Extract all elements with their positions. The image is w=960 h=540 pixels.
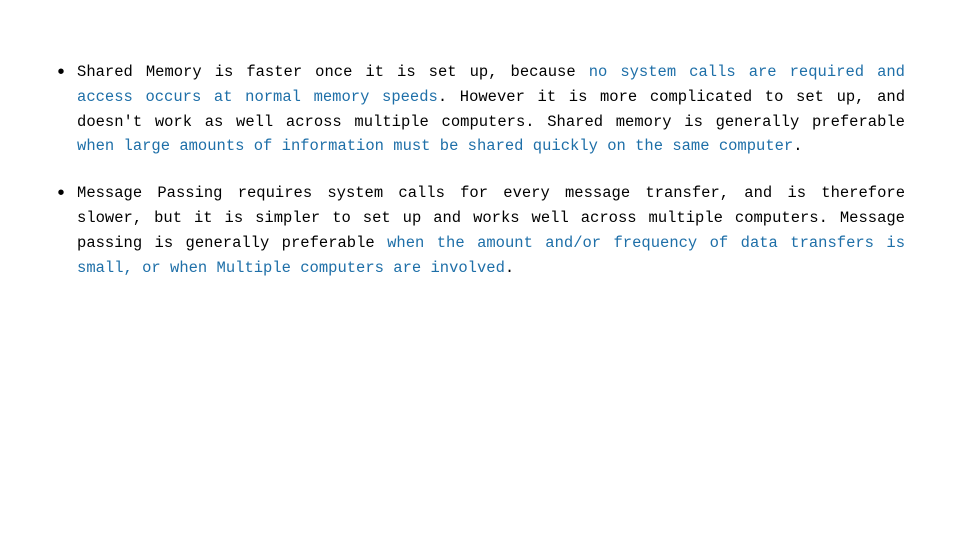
- bullet-text-message-passing: Message Passing requires system calls fo…: [77, 181, 905, 280]
- slide-container: • Shared Memory is faster once it is set…: [0, 0, 960, 540]
- bullet-item-shared-memory: • Shared Memory is faster once it is set…: [55, 60, 905, 159]
- highlight-shared-memory-1: no system calls are required and access …: [77, 63, 905, 106]
- bullet-text-shared-memory: Shared Memory is faster once it is set u…: [77, 60, 905, 159]
- bullet-item-message-passing: • Message Passing requires system calls …: [55, 181, 905, 280]
- highlight-shared-memory-2: when large amounts of information must b…: [77, 137, 793, 155]
- bullet-dot-2: •: [55, 179, 67, 211]
- bullet-dot-1: •: [55, 58, 67, 90]
- bullet-list: • Shared Memory is faster once it is set…: [55, 60, 905, 302]
- highlight-message-passing-1: when the amount and/or frequency of data…: [77, 234, 905, 277]
